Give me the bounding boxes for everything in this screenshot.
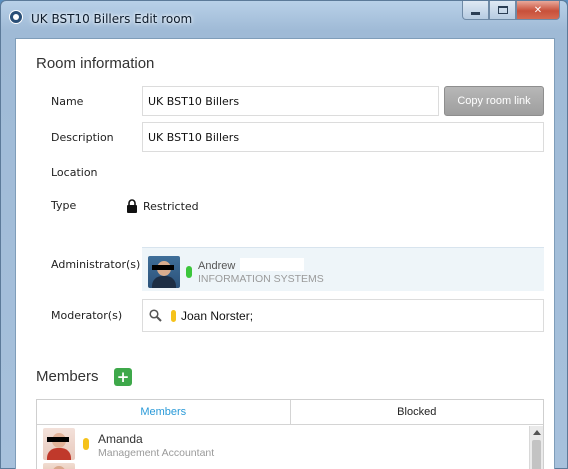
name-input-value: UK BST10 Billers bbox=[148, 94, 240, 108]
scrollbar-thumb[interactable] bbox=[532, 440, 541, 469]
edit-room-window: UK BST10 Billers Edit room ✕ Room inform… bbox=[0, 0, 568, 469]
description-label: Description bbox=[51, 131, 114, 144]
status-away-icon bbox=[83, 438, 89, 450]
status-available-icon bbox=[186, 266, 192, 278]
name-input[interactable]: UK BST10 Billers bbox=[142, 86, 439, 116]
moderator-value: Joan Norster; bbox=[181, 309, 254, 323]
type-value: Restricted bbox=[126, 199, 199, 213]
moderator-input[interactable]: Joan Norster; bbox=[142, 299, 544, 332]
list-item[interactable]: Amanda Management Accountant bbox=[37, 426, 529, 462]
room-information-heading: Room information bbox=[36, 55, 155, 72]
members-tabs: Members Blocked bbox=[37, 400, 543, 425]
status-away-icon bbox=[171, 310, 176, 322]
member-name: Amanda bbox=[98, 432, 143, 446]
window-controls: ✕ bbox=[462, 1, 560, 21]
list-item[interactable] bbox=[37, 463, 529, 469]
redaction-mask bbox=[240, 258, 304, 271]
app-logo-icon bbox=[9, 10, 23, 24]
search-icon bbox=[149, 309, 162, 322]
member-title: Management Accountant bbox=[98, 447, 215, 459]
dialog-content: Room information Name UK BST10 Billers C… bbox=[15, 38, 555, 469]
add-member-button[interactable]: + bbox=[114, 368, 132, 386]
minimize-button[interactable] bbox=[462, 1, 489, 20]
avatar bbox=[148, 256, 180, 288]
members-heading: Members bbox=[36, 368, 99, 385]
avatar bbox=[43, 463, 75, 469]
tab-members[interactable]: Members bbox=[37, 400, 291, 424]
members-scrollbar[interactable] bbox=[529, 426, 543, 469]
close-icon: ✕ bbox=[533, 4, 543, 16]
lock-icon bbox=[127, 199, 137, 213]
plus-icon: + bbox=[116, 368, 130, 386]
redaction-bar bbox=[152, 265, 174, 270]
scroll-up-arrow-icon[interactable] bbox=[530, 426, 543, 439]
close-button[interactable]: ✕ bbox=[516, 1, 560, 20]
location-label: Location bbox=[51, 166, 98, 179]
copy-room-link-button[interactable]: Copy room link bbox=[444, 86, 544, 116]
window-title: UK BST10 Billers Edit room bbox=[31, 12, 193, 26]
administrator-name: Andrew bbox=[198, 260, 236, 272]
description-input[interactable]: UK BST10 Billers bbox=[142, 122, 544, 152]
moderators-label: Moderator(s) bbox=[51, 309, 123, 322]
members-panel: Members Blocked Amanda Management Accoun… bbox=[36, 399, 544, 469]
type-value-text: Restricted bbox=[143, 199, 199, 213]
minimize-icon bbox=[471, 11, 480, 15]
tab-blocked[interactable]: Blocked bbox=[291, 400, 544, 424]
administrators-label: Administrator(s) bbox=[51, 258, 141, 271]
type-label: Type bbox=[51, 199, 77, 212]
administrator-list: Andrew INFORMATION SYSTEMS bbox=[142, 247, 544, 291]
maximize-button[interactable] bbox=[489, 1, 516, 20]
avatar bbox=[43, 428, 75, 460]
administrator-department: INFORMATION SYSTEMS bbox=[198, 273, 324, 285]
title-bar[interactable]: UK BST10 Billers Edit room ✕ bbox=[1, 1, 567, 35]
description-input-value: UK BST10 Billers bbox=[148, 130, 240, 144]
redaction-bar bbox=[47, 437, 69, 442]
name-label: Name bbox=[51, 95, 84, 108]
maximize-icon bbox=[497, 6, 508, 14]
